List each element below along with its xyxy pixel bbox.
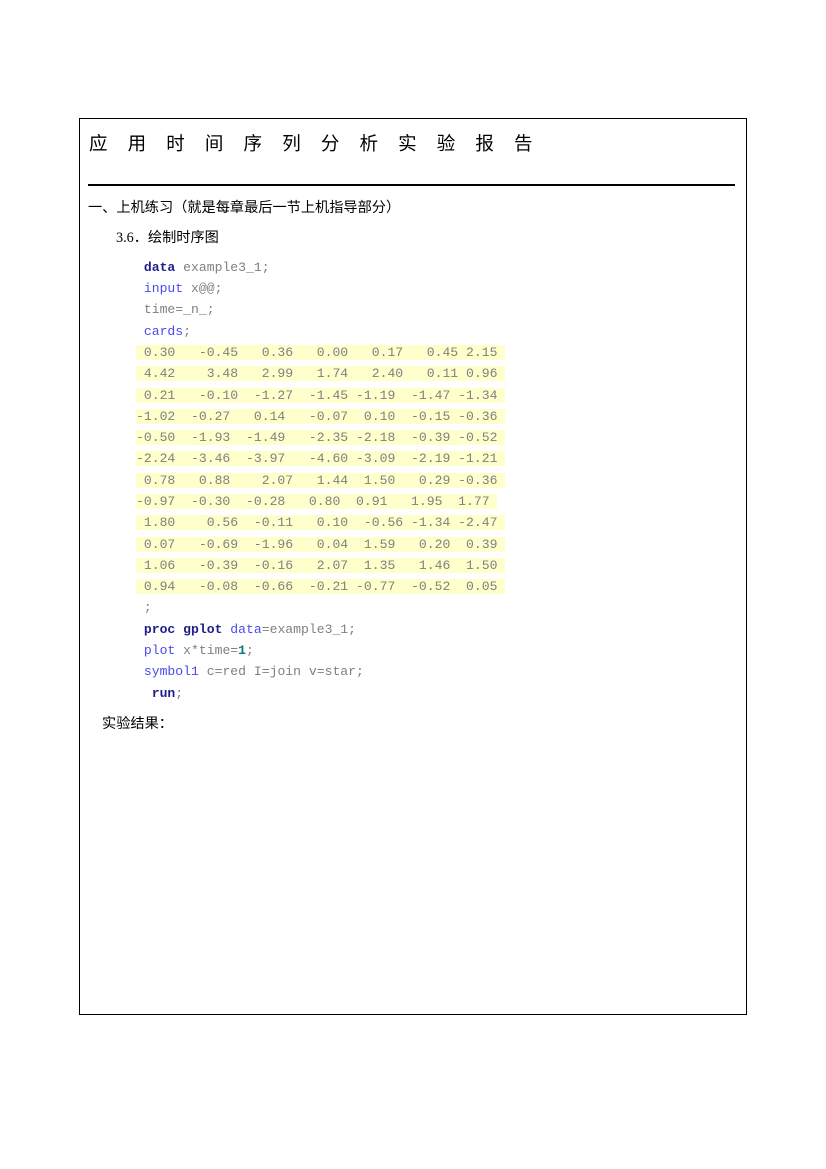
code-token: ; <box>183 323 192 339</box>
highlighted-data-values: 1.06 -0.39 -0.16 2.07 1.35 1.46 1.50 <box>136 557 506 573</box>
highlighted-data-values: -0.97 -0.30 -0.28 0.80 0.91 1.95 1.77 <box>136 493 498 509</box>
code-data-row: 4.42 3.48 2.99 1.74 2.40 0.11 0.96 <box>136 363 746 384</box>
line-proc-gplot: proc gplot data=example3_1; <box>136 619 746 640</box>
highlighted-data-values: 1.80 0.56 -0.11 0.10 -0.56 -1.34 -2.47 <box>136 515 506 531</box>
code-data-row: 1.80 0.56 -0.11 0.10 -0.56 -1.34 -2.47 <box>136 512 746 533</box>
code-token: ; <box>136 600 152 616</box>
line-symbol1: symbol1 c=red I=join v=star; <box>136 661 746 682</box>
code-data-row: -2.24 -3.46 -3.97 -4.60 -3.09 -2.19 -1.2… <box>136 448 746 469</box>
code-data-row: 0.78 0.88 2.07 1.44 1.50 0.29 -0.36 <box>136 470 746 491</box>
code-data-row: -0.97 -0.30 -0.28 0.80 0.91 1.95 1.77 <box>136 491 746 512</box>
highlighted-data-values: 0.21 -0.10 -1.27 -1.45 -1.19 -1.47 -1.34 <box>136 387 506 403</box>
code-token: =example3_1; <box>261 621 357 637</box>
code-data-row: 0.21 -0.10 -1.27 -1.45 -1.19 -1.47 -1.34 <box>136 385 746 406</box>
code-token: run <box>151 685 176 701</box>
code-token: x@@; <box>183 281 223 297</box>
code-token: data <box>230 621 262 637</box>
result-label: 实验结果： <box>102 715 173 732</box>
code-data-row: 0.94 -0.08 -0.66 -0.21 -0.77 -0.52 0.05 <box>136 576 746 597</box>
code-token: time=_n_; <box>136 302 215 318</box>
highlighted-data-values: 0.78 0.88 2.07 1.44 1.50 0.29 -0.36 <box>136 472 506 488</box>
line-input: input x@@; <box>136 278 746 299</box>
page-title: 应 用 时 间 序 列 分 析 实 验 报 告 <box>89 133 541 154</box>
code-token: 1 <box>238 643 247 659</box>
line-run: run; <box>136 683 746 704</box>
line-data-stmt: data example3_1; <box>136 257 746 278</box>
code-token: cards <box>143 323 184 339</box>
line-plot: plot x*time=1; <box>136 640 746 661</box>
code-token: plot <box>143 643 176 659</box>
highlighted-data-values: 0.94 -0.08 -0.66 -0.21 -0.77 -0.52 0.05 <box>136 579 506 595</box>
line-cards: cards; <box>136 321 746 342</box>
code-token: proc gplot <box>143 621 223 637</box>
code-token: ; <box>175 685 184 701</box>
code-token: example3_1; <box>175 259 270 275</box>
subsection-heading: 3.6．绘制时序图 <box>116 230 219 247</box>
highlighted-data-values: 0.07 -0.69 -1.96 0.04 1.59 0.20 0.39 <box>136 536 506 552</box>
line-semicolon: ; <box>136 597 746 618</box>
highlighted-data-values: -0.50 -1.93 -1.49 -2.35 -2.18 -0.39 -0.5… <box>136 430 506 446</box>
highlighted-data-values: 0.30 -0.45 0.36 0.00 0.17 0.45 2.15 <box>136 344 506 360</box>
highlighted-data-values: 4.42 3.48 2.99 1.74 2.40 0.11 0.96 <box>136 366 506 382</box>
code-token: symbol1 <box>143 664 199 680</box>
code-token: c=red I=join v=star; <box>198 664 364 680</box>
sas-code-block: data example3_1; input x@@; time=_n_; ca… <box>80 257 746 704</box>
line-time: time=_n_; <box>136 299 746 320</box>
highlighted-data-values: -2.24 -3.46 -3.97 -4.60 -3.09 -2.19 -1.2… <box>136 451 506 467</box>
code-token: ; <box>246 643 254 659</box>
code-token: x*time= <box>175 643 239 659</box>
code-data-row: 0.30 -0.45 0.36 0.00 0.17 0.45 2.15 <box>136 342 746 363</box>
document-page: 应 用 时 间 序 列 分 析 实 验 报 告 一、上机练习（就是每章最后一节上… <box>79 118 747 1015</box>
code-data-row: -0.50 -1.93 -1.49 -2.35 -2.18 -0.39 -0.5… <box>136 427 746 448</box>
section-heading: 一、上机练习（就是每章最后一节上机指导部分） <box>88 200 401 217</box>
code-data-row: 0.07 -0.69 -1.96 0.04 1.59 0.20 0.39 <box>136 534 746 555</box>
code-token: input <box>143 281 184 297</box>
code-data-row: 1.06 -0.39 -0.16 2.07 1.35 1.46 1.50 <box>136 555 746 576</box>
highlighted-data-values: -1.02 -0.27 0.14 -0.07 0.10 -0.15 -0.36 <box>136 408 506 424</box>
code-data-row: -1.02 -0.27 0.14 -0.07 0.10 -0.15 -0.36 <box>136 406 746 427</box>
code-token: data <box>143 259 176 275</box>
